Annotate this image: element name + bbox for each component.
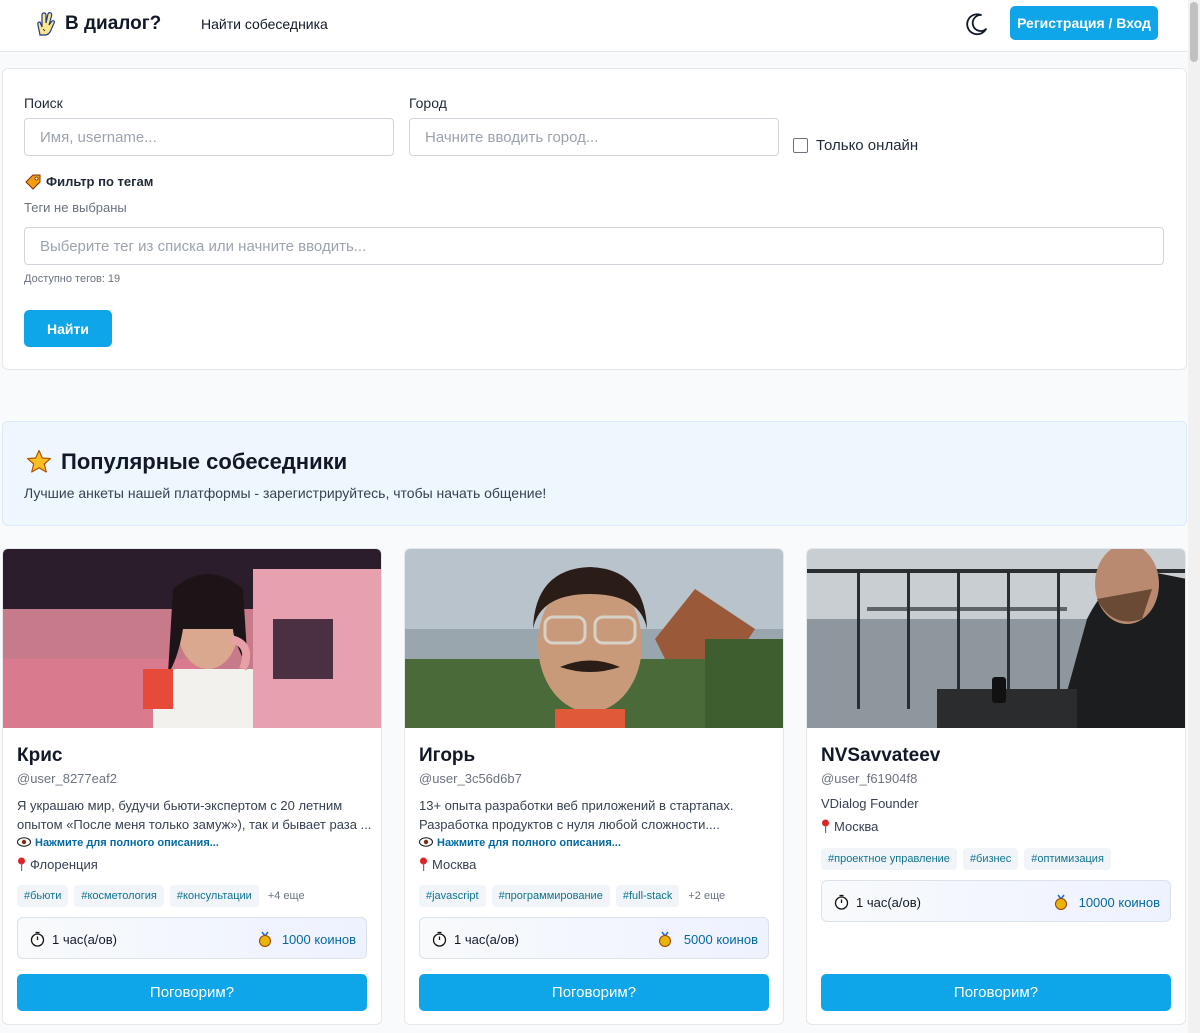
price-box: 1 час(а/ов) 5000 коинов: [419, 917, 769, 959]
eye-icon: [419, 837, 433, 847]
star-icon: [26, 449, 52, 473]
talk-button[interactable]: Поговорим?: [419, 974, 769, 1011]
session-duration: 1 час(а/ов): [454, 932, 519, 947]
online-only-label[interactable]: Только онлайн: [816, 137, 918, 154]
search-label: Поиск: [24, 95, 63, 111]
tags-available-count: Доступно тегов: 19: [24, 273, 121, 285]
description-line: Я украшаю мир, будучи бьюти-экспертом с …: [17, 798, 343, 813]
city-text: Москва: [432, 857, 477, 872]
talk-button[interactable]: Поговорим?: [17, 974, 367, 1011]
profile-tags: #проектное управление #бизнес #оптимизац…: [821, 848, 1111, 870]
popular-title: Популярные собеседники: [61, 449, 348, 474]
timer-icon: [432, 931, 447, 947]
profile-tags: #javascript #программирование #full-stac…: [419, 885, 728, 907]
tag-chip[interactable]: #консультации: [169, 885, 259, 907]
profile-photo[interactable]: [807, 549, 1185, 728]
profile-name[interactable]: NVSavvateev: [821, 745, 940, 767]
full-description-link[interactable]: Нажмите для полного описания...: [17, 837, 219, 849]
profile-name[interactable]: Крис: [17, 745, 62, 767]
profile-photo[interactable]: [3, 549, 381, 728]
scrollbar-track[interactable]: [1188, 0, 1200, 1033]
tag-select-input[interactable]: [24, 227, 1164, 265]
profile-username: @user_f61904f8: [821, 771, 918, 786]
logo-text[interactable]: В диалог?: [65, 13, 161, 35]
pin-icon: [822, 819, 829, 833]
register-login-button[interactable]: Регистрация / Вход: [1010, 6, 1158, 40]
online-only-checkbox[interactable]: [793, 138, 808, 153]
popular-subtitle: Лучшие анкеты нашей платформы - зарегист…: [24, 485, 547, 501]
tags-more: +2 еще: [688, 890, 726, 902]
nav-find-companion[interactable]: Найти собеседника: [201, 16, 328, 32]
profile-description: 13+ опыта разработки веб приложений в ст…: [419, 796, 774, 834]
top-header: В диалог? Найти собеседника Регистрация …: [0, 0, 1188, 52]
profile-username: @user_3c56d6b7: [419, 771, 522, 786]
price-box: 1 час(а/ов) 10000 коинов: [821, 880, 1171, 922]
coin-icon: [659, 931, 671, 947]
session-price: 1000 коинов: [281, 932, 356, 947]
description-line: 13+ опыта разработки веб приложений в ст…: [419, 798, 734, 813]
scrollbar-thumb[interactable]: [1190, 2, 1198, 62]
more-link-text[interactable]: Нажмите для полного описания...: [437, 837, 621, 849]
price-box: 1 час(а/ов) 1000 коинов: [17, 917, 367, 959]
tag-icon: [25, 174, 41, 190]
eye-icon: [17, 837, 31, 847]
timer-icon: [834, 894, 849, 910]
profile-photo[interactable]: [405, 549, 783, 728]
search-input[interactable]: [24, 118, 394, 156]
profile-name[interactable]: Игорь: [419, 745, 475, 767]
tag-chip[interactable]: #full-stack: [615, 885, 680, 907]
profile-tags: #бьюти #косметология #консультации +4 ещ…: [17, 885, 308, 907]
profile-city: Флоренция: [17, 857, 98, 872]
session-price: 10000 коинов: [1078, 895, 1160, 910]
coin-icon: [1055, 894, 1067, 910]
profile-card[interactable]: Игорь @user_3c56d6b7 13+ опыта разработк…: [404, 548, 784, 1025]
tag-chip[interactable]: #бьюти: [17, 885, 69, 907]
pin-icon: [420, 857, 427, 871]
profile-description: Я украшаю мир, будучи бьюти-экспертом с …: [17, 796, 372, 834]
profile-city: Москва: [419, 857, 476, 872]
tag-filter-label: Фильтр по тегам: [46, 174, 154, 189]
profile-description: VDialog Founder: [821, 796, 919, 811]
pin-icon: [18, 857, 25, 871]
profile-city: Москва: [821, 819, 878, 834]
session-duration: 1 час(а/ов): [52, 932, 117, 947]
profile-card[interactable]: Крис @user_8277eaf2 Я украшаю мир, будуч…: [2, 548, 382, 1025]
moon-icon[interactable]: [964, 11, 990, 37]
tag-chip[interactable]: #проектное управление: [821, 848, 957, 870]
coin-icon: [259, 931, 271, 947]
profile-username: @user_8277eaf2: [17, 771, 117, 786]
more-link-text[interactable]: Нажмите для полного описания...: [35, 837, 219, 849]
tag-chip[interactable]: #оптимизация: [1024, 848, 1111, 870]
timer-icon: [30, 931, 45, 947]
tag-chip[interactable]: #косметология: [74, 885, 164, 907]
tags-none-selected: Теги не выбраны: [24, 200, 127, 215]
tags-more: +4 еще: [267, 890, 305, 902]
tag-chip[interactable]: #бизнес: [962, 848, 1019, 870]
city-text: Флоренция: [30, 857, 98, 872]
profile-card[interactable]: NVSavvateev @user_f61904f8 VDialog Found…: [806, 548, 1186, 1025]
search-filter-card: [2, 68, 1187, 370]
hand-logo-icon[interactable]: [34, 11, 56, 37]
city-text: Москва: [834, 819, 879, 834]
find-button[interactable]: Найти: [24, 310, 112, 347]
description-line: опытом «После меня только замуж»), так и…: [17, 817, 372, 832]
tag-chip[interactable]: #программирование: [491, 885, 610, 907]
full-description-link[interactable]: Нажмите для полного описания...: [419, 837, 621, 849]
city-input[interactable]: [409, 118, 779, 156]
talk-button[interactable]: Поговорим?: [821, 974, 1171, 1011]
city-label: Город: [409, 95, 447, 111]
session-price: 5000 коинов: [683, 932, 758, 947]
tag-chip[interactable]: #javascript: [419, 885, 486, 907]
description-line: Разработка продуктов с нуля любой сложно…: [419, 817, 720, 832]
session-duration: 1 час(а/ов): [856, 895, 921, 910]
